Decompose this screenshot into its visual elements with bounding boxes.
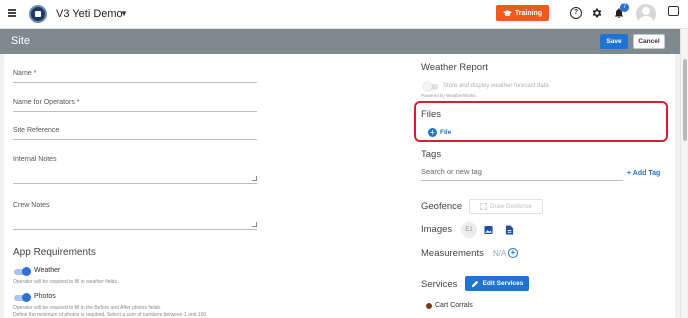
plus-circle-icon: + xyxy=(428,128,437,137)
add-document-icon[interactable] xyxy=(505,225,514,235)
add-file-label: File xyxy=(440,129,452,136)
services-title: Services xyxy=(421,279,458,290)
expand-icon xyxy=(480,203,487,210)
site-reference-input-line[interactable] xyxy=(13,139,257,140)
internal-notes-field[interactable]: Internal Notes xyxy=(13,156,257,184)
photos-hint-secondary: Define the minimum of photos is required… xyxy=(13,312,208,318)
cancel-button[interactable]: Cancel xyxy=(633,34,665,49)
photos-hint: Operator will be required to fill in the… xyxy=(13,305,162,311)
graduation-cap-icon xyxy=(502,9,512,16)
resize-grip-icon[interactable] xyxy=(252,222,257,227)
page-scrollbar[interactable] xyxy=(680,29,688,318)
notification-badge: 7 xyxy=(620,3,629,12)
save-button[interactable]: Save xyxy=(600,34,628,49)
pencil-icon xyxy=(471,280,478,287)
photos-toggle[interactable] xyxy=(14,293,31,302)
crew-notes-label: Crew Notes xyxy=(13,202,50,209)
files-title: Files xyxy=(421,109,442,120)
service-item: Cart Corrals xyxy=(435,302,473,309)
name-label: Name * xyxy=(13,70,37,77)
photos-toggle-label: Photos xyxy=(34,293,56,300)
chat-icon[interactable] xyxy=(668,6,679,16)
app-requirements-title: App Requirements xyxy=(13,247,96,258)
site-form-card: Name * Name for Operators * Site Referen… xyxy=(4,54,675,318)
weather-toggle[interactable] xyxy=(14,267,31,276)
draw-geofence-button[interactable]: Draw Geofence xyxy=(469,199,543,214)
operators-name-input-line[interactable] xyxy=(13,111,257,112)
measurements-value: N/A xyxy=(493,249,507,258)
image-placeholder: E1 xyxy=(461,222,477,238)
page-header: Site Save Cancel xyxy=(0,29,680,54)
add-file-button[interactable]: + File xyxy=(428,128,451,137)
training-label: Training xyxy=(514,9,543,17)
chevron-down-icon[interactable]: ▼ xyxy=(120,9,128,18)
top-navbar: V3 Yeti Demo ▼ Training ? 7 xyxy=(0,0,688,29)
scrollbar-thumb[interactable] xyxy=(683,59,687,141)
powered-by-text: Powered by WeatherWorks xyxy=(421,93,476,98)
tags-title: Tags xyxy=(421,149,442,160)
images-title: Images xyxy=(421,224,453,235)
files-highlight-box xyxy=(414,101,668,142)
edit-services-label: Edit Services xyxy=(482,280,524,287)
app-title[interactable]: V3 Yeti Demo xyxy=(56,8,123,20)
user-avatar[interactable] xyxy=(636,4,656,24)
tag-search-input[interactable]: Search or new tag xyxy=(421,167,482,176)
edit-services-button[interactable]: Edit Services xyxy=(465,276,529,291)
training-button[interactable]: Training xyxy=(496,5,549,21)
internal-notes-label: Internal Notes xyxy=(13,156,57,163)
crew-notes-input-line[interactable] xyxy=(13,229,257,230)
crew-notes-field[interactable]: Crew Notes xyxy=(13,202,257,230)
geofence-title: Geofence xyxy=(421,201,463,212)
add-image-icon[interactable] xyxy=(484,225,493,235)
tag-input-line xyxy=(421,180,623,181)
gear-icon[interactable] xyxy=(591,7,603,19)
site-reference-field[interactable]: Site Reference xyxy=(13,127,257,140)
operators-name-label: Name for Operators * xyxy=(13,99,80,106)
name-input-line[interactable] xyxy=(13,82,257,83)
operators-name-field[interactable]: Name for Operators * xyxy=(13,99,257,112)
internal-notes-input-line[interactable] xyxy=(13,183,257,184)
name-field[interactable]: Name * xyxy=(13,70,257,83)
app-logo[interactable] xyxy=(29,5,47,23)
weather-hint: Operator will be required to fill in wea… xyxy=(13,279,119,285)
site-reference-label: Site Reference xyxy=(13,127,60,134)
help-icon[interactable]: ? xyxy=(570,7,582,19)
measurements-title: Measurements xyxy=(421,248,484,259)
service-color-dot xyxy=(426,303,432,309)
weather-toggle-label: Weather xyxy=(34,267,61,274)
add-tag-button[interactable]: + Add Tag xyxy=(627,170,660,177)
weather-forecast-label: Store and display weather forecast data xyxy=(443,83,549,89)
menu-icon[interactable] xyxy=(8,9,16,17)
page-title: Site xyxy=(11,35,30,47)
weather-forecast-toggle[interactable] xyxy=(423,82,438,91)
add-measurement-icon[interactable]: + xyxy=(508,248,518,258)
draw-geofence-label: Draw Geofence xyxy=(490,203,532,210)
resize-grip-icon[interactable] xyxy=(252,176,257,181)
weather-report-title: Weather Report xyxy=(421,62,488,73)
